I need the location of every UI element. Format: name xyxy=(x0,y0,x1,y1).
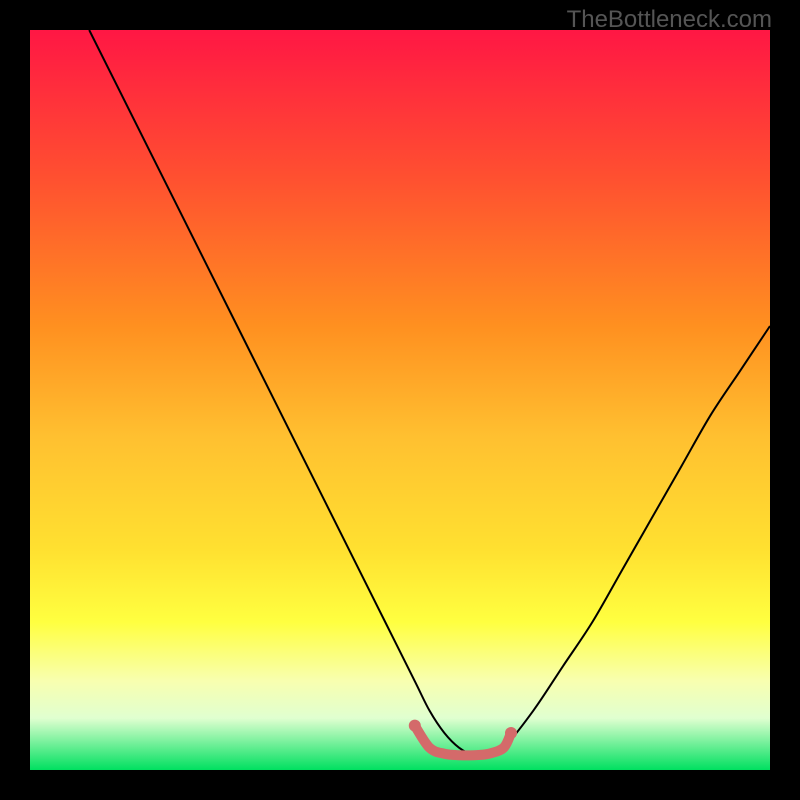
watermark-text: TheBottleneck.com xyxy=(567,6,772,34)
chart-svg xyxy=(30,30,770,770)
optimal-zone-end-dot xyxy=(505,727,517,739)
gradient-background xyxy=(30,30,770,770)
optimal-zone-start-dot xyxy=(409,720,421,732)
chart-area xyxy=(30,30,770,770)
